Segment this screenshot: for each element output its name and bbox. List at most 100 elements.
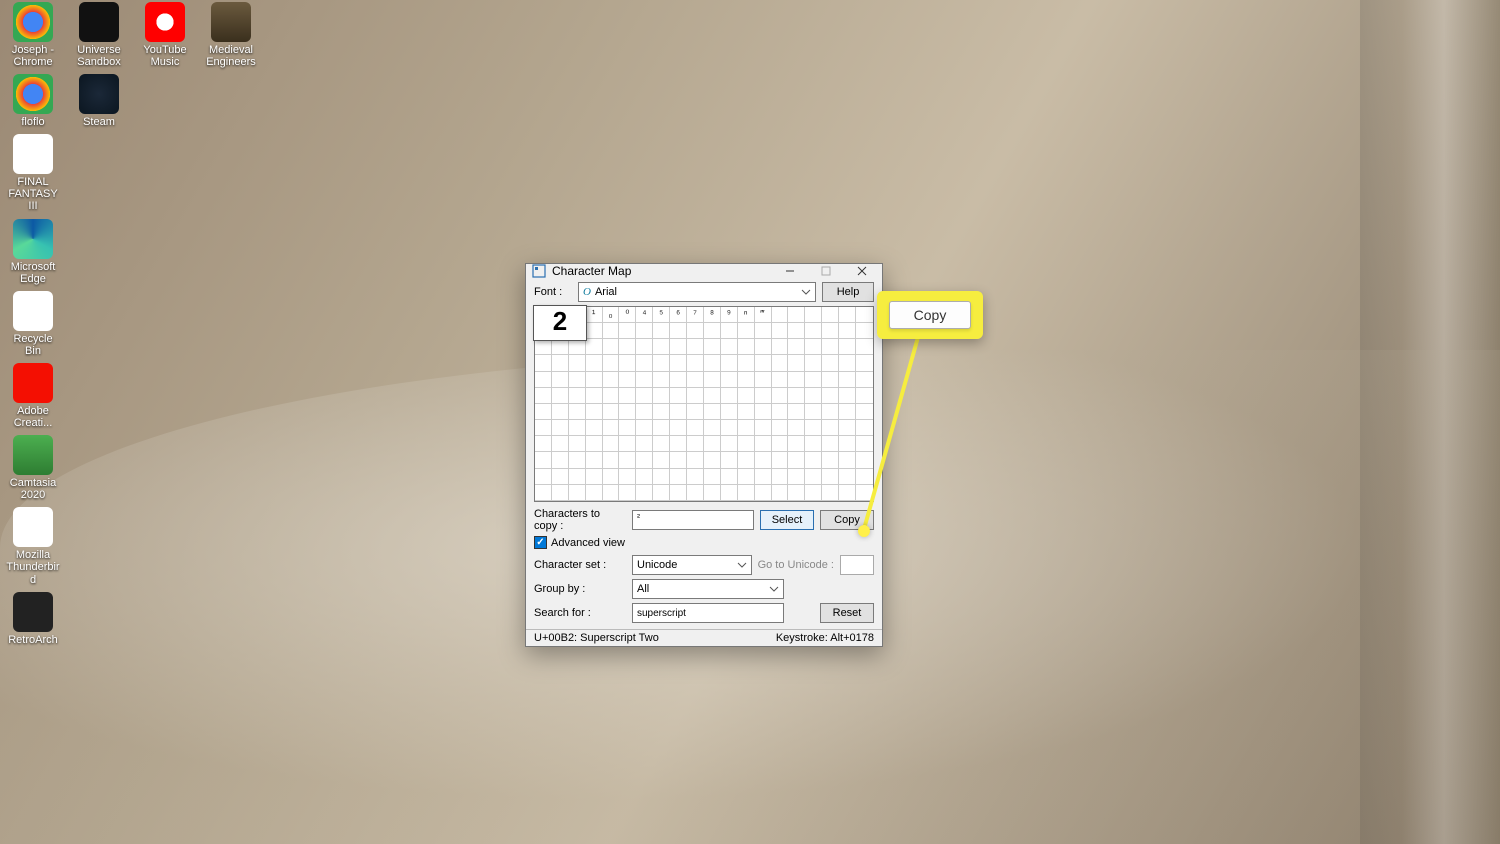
char-cell[interactable] <box>721 452 738 468</box>
advanced-view-checkbox[interactable]: ✓ Advanced view <box>534 536 874 549</box>
char-cell[interactable] <box>839 355 856 371</box>
char-cell[interactable] <box>586 339 603 355</box>
char-cell[interactable] <box>552 485 569 501</box>
char-cell[interactable] <box>805 485 822 501</box>
char-cell[interactable] <box>687 420 704 436</box>
char-cell[interactable]: ⁷ <box>687 307 704 323</box>
char-cell[interactable] <box>569 420 586 436</box>
char-cell[interactable] <box>586 436 603 452</box>
char-cell[interactable] <box>788 307 805 323</box>
char-cell[interactable] <box>552 372 569 388</box>
char-cell[interactable] <box>586 420 603 436</box>
reset-button[interactable]: Reset <box>820 603 874 623</box>
char-cell[interactable] <box>856 436 873 452</box>
char-cell[interactable] <box>772 372 789 388</box>
char-cell[interactable] <box>569 355 586 371</box>
char-cell[interactable] <box>788 388 805 404</box>
char-cell[interactable] <box>721 323 738 339</box>
char-cell[interactable] <box>603 452 620 468</box>
char-cell[interactable] <box>772 469 789 485</box>
char-cell[interactable] <box>805 323 822 339</box>
char-cell[interactable] <box>839 372 856 388</box>
char-cell[interactable] <box>569 485 586 501</box>
char-cell[interactable] <box>653 404 670 420</box>
char-cell[interactable] <box>856 388 873 404</box>
char-cell[interactable]: ¹ <box>586 307 603 323</box>
char-cell[interactable] <box>704 485 721 501</box>
char-cell[interactable] <box>636 436 653 452</box>
char-cell[interactable] <box>772 323 789 339</box>
char-cell[interactable] <box>704 452 721 468</box>
char-cell[interactable] <box>738 323 755 339</box>
char-cell[interactable] <box>856 307 873 323</box>
char-cell[interactable] <box>619 323 636 339</box>
char-cell[interactable] <box>569 452 586 468</box>
char-cell[interactable] <box>535 420 552 436</box>
char-cell[interactable] <box>603 485 620 501</box>
char-cell[interactable]: ⁿ <box>738 307 755 323</box>
desktop-icon[interactable]: FINAL FANTASY III <box>6 134 60 212</box>
char-cell[interactable] <box>619 388 636 404</box>
char-cell[interactable]: ⁸ <box>704 307 721 323</box>
char-cell[interactable] <box>856 323 873 339</box>
character-grid[interactable]: ¹₀⁰⁴⁵⁶⁷⁸⁹ⁿ‴ 2 <box>534 306 874 502</box>
char-cell[interactable] <box>805 420 822 436</box>
desktop-icon[interactable]: Joseph - Chrome <box>6 2 60 68</box>
char-cell[interactable] <box>687 404 704 420</box>
char-cell[interactable] <box>619 420 636 436</box>
char-cell[interactable] <box>822 404 839 420</box>
char-cell[interactable]: ⁴ <box>636 307 653 323</box>
char-cell[interactable] <box>636 388 653 404</box>
char-cell[interactable] <box>653 469 670 485</box>
char-cell[interactable] <box>772 404 789 420</box>
char-cell[interactable] <box>755 355 772 371</box>
char-cell[interactable] <box>586 323 603 339</box>
char-cell[interactable] <box>687 323 704 339</box>
char-cell[interactable] <box>687 469 704 485</box>
char-cell[interactable] <box>805 307 822 323</box>
char-cell[interactable] <box>788 372 805 388</box>
char-cell[interactable] <box>839 436 856 452</box>
char-cell[interactable] <box>755 339 772 355</box>
char-cell[interactable] <box>839 452 856 468</box>
char-cell[interactable] <box>755 323 772 339</box>
char-cell[interactable] <box>721 372 738 388</box>
char-cell[interactable] <box>653 339 670 355</box>
char-cell[interactable] <box>822 339 839 355</box>
char-cell[interactable] <box>805 339 822 355</box>
char-cell[interactable] <box>738 388 755 404</box>
char-cell[interactable] <box>839 420 856 436</box>
desktop-icon[interactable]: Universe Sandbox <box>72 2 126 68</box>
char-cell[interactable] <box>653 485 670 501</box>
char-cell[interactable] <box>788 355 805 371</box>
char-cell[interactable] <box>755 420 772 436</box>
char-cell[interactable] <box>839 485 856 501</box>
char-cell[interactable] <box>552 355 569 371</box>
char-cell[interactable] <box>704 339 721 355</box>
char-cell[interactable]: ⁰ <box>619 307 636 323</box>
char-cell[interactable] <box>822 469 839 485</box>
desktop-icon[interactable]: Adobe Creati... <box>6 363 60 429</box>
maximize-button[interactable] <box>808 264 844 278</box>
char-cell[interactable]: ⁹ <box>721 307 738 323</box>
char-cell[interactable] <box>569 436 586 452</box>
char-cell[interactable] <box>788 404 805 420</box>
char-cell[interactable] <box>738 355 755 371</box>
char-cell[interactable] <box>704 404 721 420</box>
chars-to-copy-input[interactable]: ² <box>632 510 754 530</box>
char-cell[interactable] <box>856 452 873 468</box>
char-cell[interactable] <box>619 469 636 485</box>
char-cell[interactable] <box>856 420 873 436</box>
char-cell[interactable] <box>805 404 822 420</box>
char-cell[interactable] <box>586 404 603 420</box>
char-cell[interactable] <box>704 436 721 452</box>
char-cell[interactable] <box>755 485 772 501</box>
char-cell[interactable]: ₀ <box>603 307 620 323</box>
char-cell[interactable] <box>586 355 603 371</box>
char-cell[interactable] <box>535 372 552 388</box>
char-cell[interactable] <box>653 355 670 371</box>
char-cell[interactable] <box>687 388 704 404</box>
char-cell[interactable] <box>535 404 552 420</box>
char-cell[interactable] <box>721 404 738 420</box>
char-cell[interactable] <box>535 436 552 452</box>
